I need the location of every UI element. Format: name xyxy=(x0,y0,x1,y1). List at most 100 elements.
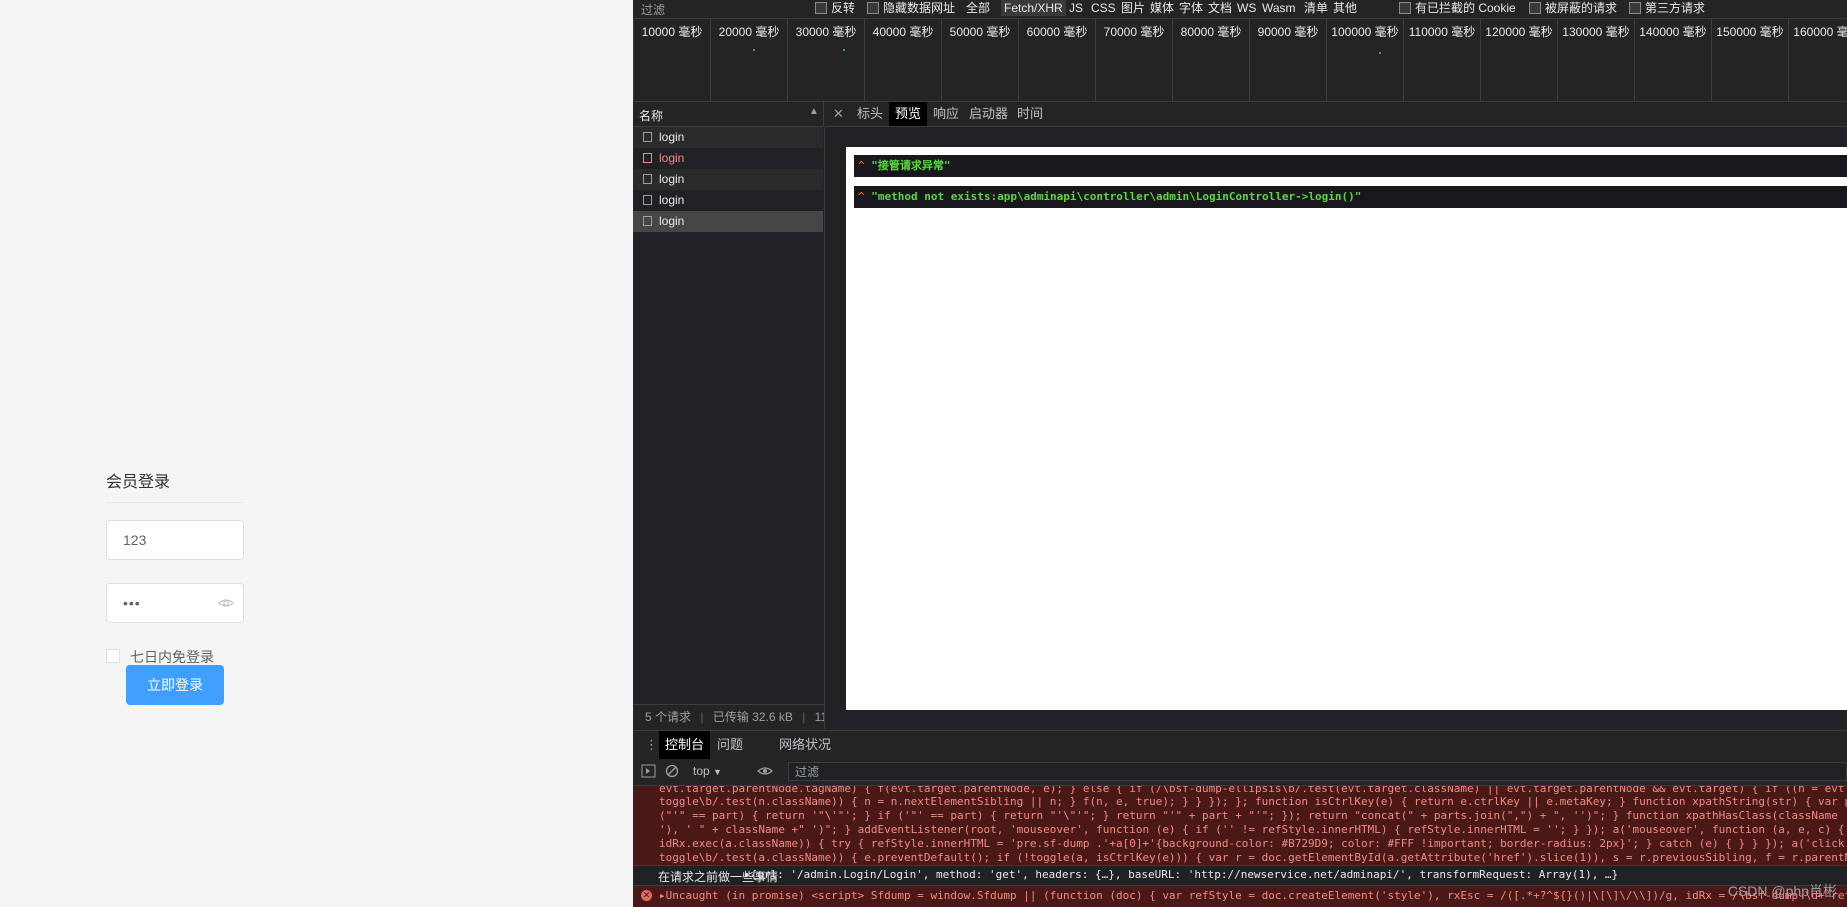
tab-headers[interactable]: 标头 xyxy=(851,102,889,126)
remember-label[interactable]: 七日内免登录 xyxy=(130,647,214,667)
eye-icon[interactable] xyxy=(757,765,773,777)
dump-line[interactable]: ^ "method not exists:app\adminapi\contro… xyxy=(854,186,1847,208)
type-filter-img[interactable]: 图片 xyxy=(1118,0,1148,16)
close-icon[interactable]: ✕ xyxy=(833,102,844,126)
type-filter-ws[interactable]: WS xyxy=(1234,0,1259,16)
type-filter-fetch-xhr[interactable]: Fetch/XHR xyxy=(1001,0,1066,16)
log-object[interactable]: ▸{url: '/admin.Login/Login', method: 'ge… xyxy=(744,868,1618,881)
tab-preview[interactable]: 预览 xyxy=(889,102,928,126)
console-output: evt.target.parentNode.tagName) { f(evt.t… xyxy=(633,786,1847,907)
request-row[interactable]: login xyxy=(633,169,823,190)
blocked-cookies-label: 有已拦截的 Cookie xyxy=(1415,1,1516,15)
tab-initiator[interactable]: 启动器 xyxy=(963,102,1014,126)
type-filter-css[interactable]: CSS xyxy=(1088,0,1119,16)
request-row[interactable]: login xyxy=(633,190,823,211)
dump-text: "接管请求异常" xyxy=(871,159,951,172)
type-filter-all[interactable]: 全部 xyxy=(963,0,993,16)
sidebar-toggle-icon[interactable] xyxy=(641,764,656,778)
document-icon xyxy=(643,174,652,184)
timeline-request-mark xyxy=(843,49,845,51)
login-title: 会员登录 xyxy=(106,474,171,491)
timeline-tick: 150000 毫秒 xyxy=(1711,19,1788,101)
name-column-label: 名称 xyxy=(639,109,664,123)
error-line: '), ' " + className +" ')"; } addEventLi… xyxy=(659,823,1845,836)
request-name: login xyxy=(659,214,685,228)
title-divider xyxy=(106,502,244,503)
name-column-header[interactable]: 名称 ▲ xyxy=(633,102,824,127)
preview-pane: ^ "接管请求异常" ^ "method not exists:app\admi… xyxy=(825,127,1847,728)
timeline-tick: 30000 毫秒 xyxy=(787,19,864,101)
type-filter-js[interactable]: JS xyxy=(1066,0,1086,16)
type-filter-wasm[interactable]: Wasm xyxy=(1259,0,1299,16)
tab-console[interactable]: 控制台 xyxy=(659,731,711,759)
tab-response[interactable]: 响应 xyxy=(927,102,965,126)
console-log-row[interactable]: 在请求之前做一些事情 ▸{url: '/admin.Login/Login', … xyxy=(633,866,1847,886)
drawer-tabs: ⋮ 控制台 问题 网络状况 xyxy=(633,730,1847,760)
request-list: login login login login login xyxy=(633,127,825,704)
error-icon: ✕ xyxy=(641,890,652,901)
devtools-panel: 过滤 反转 隐藏数据网址 全部 Fetch/XHR JS CSS 图片 媒体 字… xyxy=(633,0,1847,907)
type-filter-font[interactable]: 字体 xyxy=(1176,0,1206,16)
hide-data-urls-checkbox[interactable] xyxy=(867,2,879,14)
error-line: idRx.exec(a.className)) { try { refStyle… xyxy=(659,837,1847,850)
request-row[interactable]: login xyxy=(633,127,823,148)
blocked-requests-checkbox[interactable] xyxy=(1529,2,1541,14)
error-line: toggle\b/.test(n.className)) { n = n.nex… xyxy=(659,795,1847,808)
timeline-tick: 90000 毫秒 xyxy=(1249,19,1326,101)
document-icon xyxy=(643,153,652,163)
blocked-requests-label: 被屏蔽的请求 xyxy=(1545,1,1618,15)
error-message-block[interactable]: evt.target.parentNode.tagName) { f(evt.t… xyxy=(633,786,1847,866)
third-party-label: 第三方请求 xyxy=(1645,1,1706,15)
request-row[interactable]: login xyxy=(633,148,823,169)
type-filter-doc[interactable]: 文档 xyxy=(1205,0,1235,16)
username-input[interactable]: 123 xyxy=(106,520,244,560)
uncaught-error-row[interactable]: ✕ ▸Uncaught (in promise) <script> Sfdump… xyxy=(633,886,1847,907)
clear-console-icon[interactable] xyxy=(665,764,679,778)
sort-ascending-icon: ▲ xyxy=(809,106,819,117)
request-count: 5 个请求 xyxy=(645,710,692,724)
expand-caret-icon[interactable]: ^ xyxy=(854,159,865,172)
preview-document: ^ "接管请求异常" ^ "method not exists:app\admi… xyxy=(846,147,1847,710)
timeline-tick: 60000 毫秒 xyxy=(1018,19,1095,101)
dump-text: "method not exists:app\adminapi\controll… xyxy=(871,190,1362,203)
dump-line[interactable]: ^ "接管请求异常" xyxy=(854,155,1847,177)
invert-checkbox[interactable] xyxy=(815,2,827,14)
login-button[interactable]: 立即登录 xyxy=(126,665,224,705)
type-filter-manifest[interactable]: 清单 xyxy=(1301,0,1331,16)
timeline-tick: 40000 毫秒 xyxy=(864,19,941,101)
tab-network-conditions[interactable]: 网络状况 xyxy=(773,731,837,759)
context-select[interactable]: top ▼ xyxy=(693,764,722,778)
watermark: CSDN @php肖彬 xyxy=(1727,883,1837,899)
request-row-selected[interactable]: login xyxy=(633,211,823,232)
tab-issues[interactable]: 问题 xyxy=(711,731,749,759)
type-filter-other[interactable]: 其他 xyxy=(1330,0,1360,16)
more-icon[interactable]: ⋮ xyxy=(645,737,658,753)
transferred-size: 已传输 32.6 kB xyxy=(712,710,793,724)
document-icon xyxy=(643,216,652,226)
error-line: evt.target.parentNode.tagName) { f(evt.t… xyxy=(659,786,1847,795)
error-line: ("'" == part) { return '"\'"'; } if ('"'… xyxy=(659,809,1838,822)
timeline-tick: 130000 毫秒 xyxy=(1557,19,1634,101)
timeline-tick: 120000 毫秒 xyxy=(1480,19,1557,101)
expand-caret-icon[interactable]: ^ xyxy=(854,190,865,203)
remember-checkbox[interactable] xyxy=(106,649,120,663)
network-timeline[interactable]: 10000 毫秒 20000 毫秒 30000 毫秒 40000 毫秒 5000… xyxy=(633,19,1847,102)
console-filter-input[interactable]: 过滤 xyxy=(788,762,1847,781)
eye-icon[interactable] xyxy=(218,595,234,611)
timeline-tick: 140000 毫秒 xyxy=(1634,19,1711,101)
third-party-checkbox[interactable] xyxy=(1629,2,1641,14)
timeline-tick: 110000 毫秒 xyxy=(1403,19,1480,101)
request-name: login xyxy=(659,193,685,207)
network-filter-input[interactable]: 过滤 xyxy=(641,1,665,18)
type-filter-media[interactable]: 媒体 xyxy=(1147,0,1177,16)
timeline-tick: 80000 毫秒 xyxy=(1172,19,1249,101)
tab-timing[interactable]: 时间 xyxy=(1011,102,1049,126)
request-name: login xyxy=(659,130,685,144)
network-status-bar: 5 个请求 | 已传输 32.6 kB | 11( xyxy=(633,704,825,729)
timeline-tick: 100000 毫秒 xyxy=(1326,19,1403,101)
blocked-cookies-checkbox[interactable] xyxy=(1399,2,1411,14)
document-icon xyxy=(643,195,652,205)
error-line: toggle\b/.test(a.className)) { e.prevent… xyxy=(659,851,1847,864)
request-detail-tabs: ✕ 标头 预览 响应 启动器 时间 xyxy=(825,102,1847,127)
request-name: login xyxy=(659,151,685,165)
